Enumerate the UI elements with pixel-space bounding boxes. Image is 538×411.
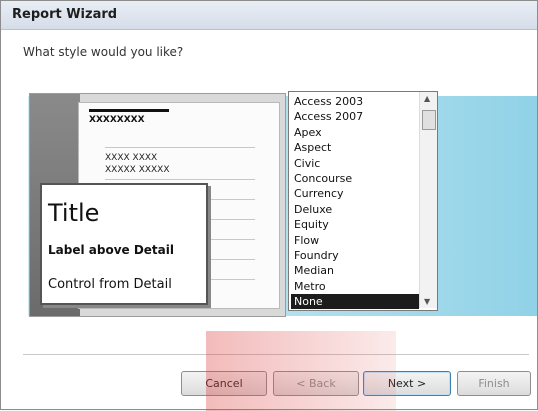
style-list-item[interactable]: Median [291, 263, 419, 278]
back-button[interactable]: < Back [273, 371, 359, 396]
style-list-item[interactable]: Access 2007 [291, 109, 419, 124]
preview-callout: Title Label above Detail Control from De… [40, 183, 208, 305]
style-list-item[interactable]: Foundry [291, 248, 419, 263]
finish-button[interactable]: Finish [457, 371, 531, 396]
callout-label: Label above Detail [48, 243, 174, 257]
preview-rule [105, 179, 255, 180]
title-bar: Report Wizard [1, 1, 537, 30]
scroll-thumb[interactable] [422, 110, 436, 130]
style-list-item[interactable]: Deluxe [291, 202, 419, 217]
preview-row-2: XXXXX XXXXX [105, 165, 170, 175]
style-list-item[interactable]: Metro [291, 279, 419, 294]
scroll-down-icon[interactable]: ▼ [424, 297, 430, 306]
scroll-up-icon[interactable]: ▲ [424, 94, 430, 103]
style-list-scrollbar[interactable]: ▲ ▼ [419, 92, 437, 308]
preview-header-text: XXXXXXXX [89, 115, 145, 125]
callout-title: Title [48, 199, 100, 227]
cancel-button[interactable]: Cancel [181, 371, 267, 396]
window-title: Report Wizard [12, 7, 118, 22]
style-list-item[interactable]: Flow [291, 233, 419, 248]
report-wizard-dialog: Report Wizard What style would you like?… [0, 0, 538, 411]
button-separator [23, 354, 529, 355]
preview-header-rule [89, 109, 169, 112]
callout-control: Control from Detail [48, 277, 172, 292]
style-question: What style would you like? [23, 45, 184, 59]
preview-rule [105, 147, 255, 148]
next-button[interactable]: Next > [363, 371, 451, 396]
style-list-item[interactable]: Apex [291, 125, 419, 140]
style-list-item[interactable]: Access 2003 [291, 94, 419, 109]
style-list-item[interactable]: Concourse [291, 171, 419, 186]
preview-row-1: XXXX XXXX [105, 153, 158, 163]
style-list[interactable]: Access 2003 Access 2007 Apex Aspect Civic Con… [288, 91, 438, 311]
style-list-item[interactable]: Aspect [291, 140, 419, 155]
style-list-item[interactable]: Equity [291, 217, 419, 232]
style-list-item[interactable]: Currency [291, 186, 419, 201]
style-list-item[interactable]: None [291, 294, 419, 310]
style-list-item[interactable]: Civic [291, 156, 419, 171]
